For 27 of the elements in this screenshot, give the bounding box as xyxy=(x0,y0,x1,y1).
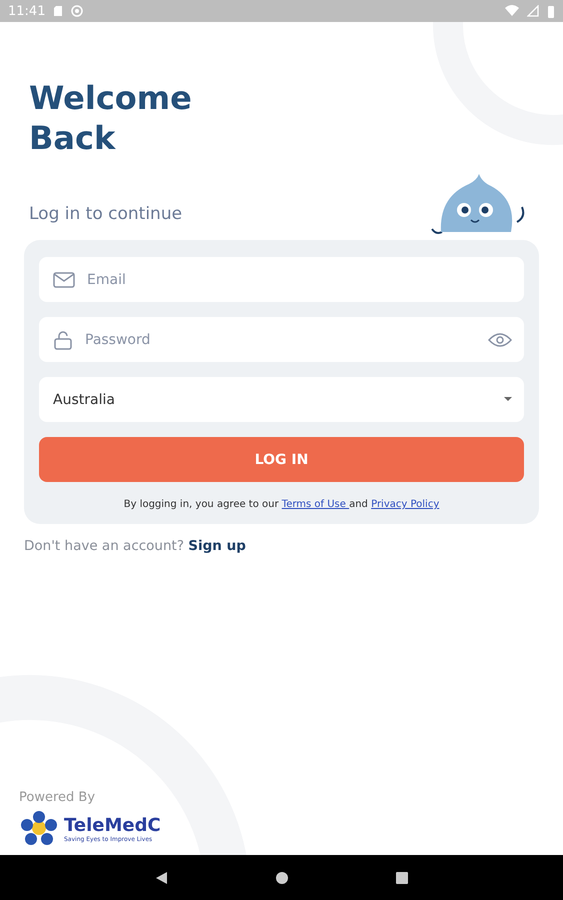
signal-icon xyxy=(527,5,539,17)
padlock-icon xyxy=(53,330,73,350)
recents-icon[interactable] xyxy=(394,870,408,884)
signup-prompt: Don't have an account? Sign up xyxy=(24,538,247,554)
envelope-icon xyxy=(53,272,75,288)
eye-icon[interactable] xyxy=(488,332,512,348)
status-time: 11:41 xyxy=(8,4,46,18)
dropdown-caret-icon xyxy=(504,397,512,402)
subtitle: Log in to continue xyxy=(29,204,182,224)
signup-link[interactable]: Sign up xyxy=(188,538,246,554)
sync-icon xyxy=(71,5,84,17)
wifi-icon xyxy=(505,5,519,17)
email-field[interactable]: Email xyxy=(39,257,524,302)
back-icon[interactable] xyxy=(154,870,168,884)
terms-link[interactable]: Terms of Use xyxy=(282,499,350,510)
flower-logo-icon xyxy=(19,811,59,847)
country-dropdown[interactable]: Australia xyxy=(39,377,524,422)
welcome-title: Welcome Back xyxy=(29,78,193,158)
powered-by-text: Powered By xyxy=(19,790,96,805)
privacy-link[interactable]: Privacy Policy xyxy=(371,499,440,510)
home-icon[interactable] xyxy=(274,870,288,884)
sd-card-icon xyxy=(53,5,64,17)
password-field[interactable]: Password xyxy=(39,317,524,362)
terms-text: By logging in, you agree to our Terms of Use and Privacy Policy xyxy=(122,499,440,510)
battery-icon xyxy=(547,4,555,18)
login-button[interactable]: LOG IN xyxy=(39,437,524,482)
brand-name: TeleMedC xyxy=(64,815,161,836)
